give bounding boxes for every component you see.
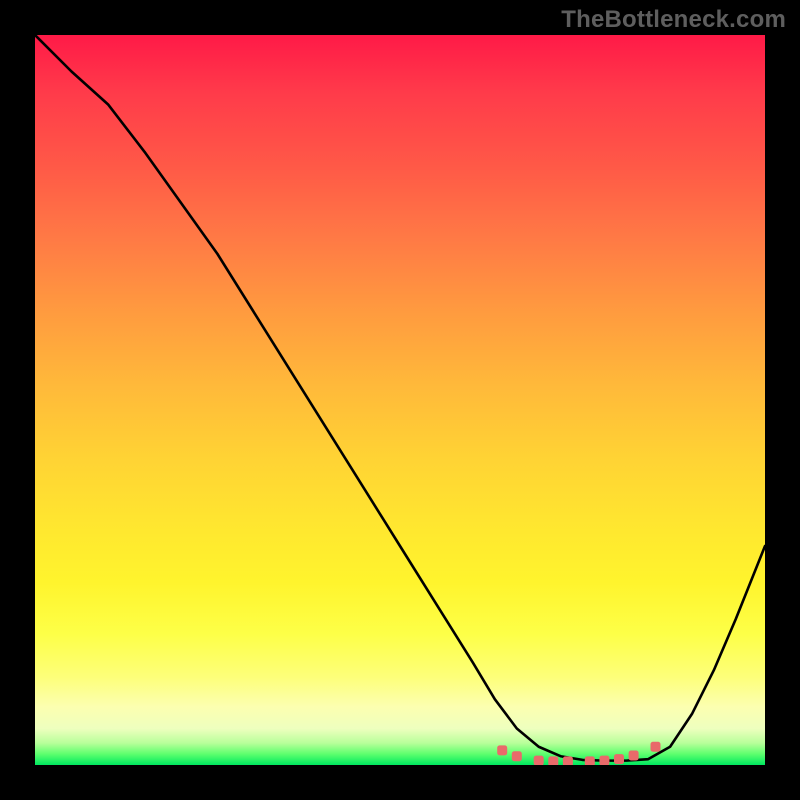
frame: TheBottleneck.com bbox=[0, 0, 800, 800]
trough-marker bbox=[563, 756, 573, 765]
trough-marker bbox=[651, 742, 661, 752]
trough-marker bbox=[629, 751, 639, 761]
trough-marker bbox=[585, 756, 595, 765]
main-curve-line bbox=[35, 35, 765, 761]
plot-area bbox=[35, 35, 765, 765]
trough-marker bbox=[497, 745, 507, 755]
trough-marker bbox=[614, 754, 624, 764]
trough-marker bbox=[512, 751, 522, 761]
chart-svg bbox=[35, 35, 765, 765]
trough-marker bbox=[534, 756, 544, 765]
trough-marker bbox=[548, 756, 558, 765]
watermark-text: TheBottleneck.com bbox=[561, 6, 786, 34]
trough-marker bbox=[599, 756, 609, 765]
trough-markers-group bbox=[497, 742, 660, 765]
